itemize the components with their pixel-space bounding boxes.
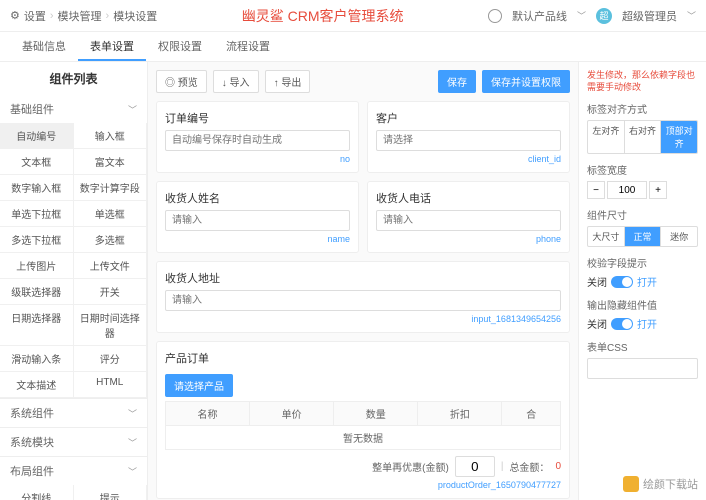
- size-segment: 大尺寸 正常 迷你: [587, 226, 698, 247]
- f1-label: 订单编号: [165, 110, 350, 126]
- f2-input[interactable]: [376, 130, 561, 151]
- f3-tag: name: [165, 234, 350, 244]
- size-mini[interactable]: 迷你: [661, 227, 697, 246]
- f5-label: 收货人地址: [165, 270, 561, 286]
- f4-tag: phone: [376, 234, 561, 244]
- comp-item[interactable]: 文本框: [0, 149, 74, 175]
- css-input[interactable]: [587, 358, 698, 379]
- vtip-switch[interactable]: [611, 276, 633, 288]
- comp-item[interactable]: 文本描述: [0, 372, 74, 398]
- import-button[interactable]: ↓ 导入: [213, 70, 259, 93]
- f4-label: 收货人电话: [376, 190, 561, 206]
- select-product-button[interactable]: 请选择产品: [165, 374, 233, 397]
- warning-text: 发生修改，那么依赖字段也需要手动修改: [587, 70, 698, 93]
- width-input[interactable]: [607, 181, 647, 199]
- f1-tag: no: [165, 154, 350, 164]
- width-dec[interactable]: −: [587, 181, 605, 199]
- save-perm-button[interactable]: 保存并设置权限: [482, 70, 570, 93]
- comp-item[interactable]: 日期时间选择器: [74, 305, 148, 346]
- size-normal[interactable]: 正常: [625, 227, 662, 246]
- avatar[interactable]: 超: [596, 8, 612, 24]
- comp-item[interactable]: 日期选择器: [0, 305, 74, 346]
- f4-input[interactable]: [376, 210, 561, 231]
- f3-input[interactable]: [165, 210, 350, 231]
- user-name[interactable]: 超级管理员: [622, 8, 677, 24]
- group-layout[interactable]: 布局组件﹀: [0, 457, 147, 485]
- preview-button[interactable]: ◎ 预览: [156, 70, 207, 93]
- breadcrumb: ⚙ 设置› 模块管理› 模块设置: [10, 8, 157, 24]
- comp-item[interactable]: HTML: [74, 372, 148, 398]
- f2-tag: client_id: [376, 154, 561, 164]
- comp-item[interactable]: 级联选择器: [0, 279, 74, 305]
- total-value: 0: [555, 461, 561, 472]
- po-tag: productOrder_1650790477727: [165, 480, 561, 490]
- width-stepper: − +: [587, 181, 698, 199]
- f2-label: 客户: [376, 110, 561, 126]
- comp-item[interactable]: 输入框: [74, 123, 148, 149]
- tab-basic[interactable]: 基础信息: [10, 32, 78, 61]
- f1-input[interactable]: [165, 130, 350, 151]
- po-label: 产品订单: [165, 350, 561, 366]
- product-table: 名称单价数量折扣合 暂无数据: [165, 401, 561, 450]
- f5-input[interactable]: [165, 290, 561, 311]
- tab-flow[interactable]: 流程设置: [214, 32, 282, 61]
- table-empty: 暂无数据: [166, 426, 561, 450]
- save-button[interactable]: 保存: [438, 70, 476, 93]
- comp-item[interactable]: 多选下拉框: [0, 227, 74, 253]
- f3-label: 收货人姓名: [165, 190, 350, 206]
- size-large[interactable]: 大尺寸: [588, 227, 625, 246]
- discount-input[interactable]: [455, 456, 495, 477]
- f5-tag: input_1681349654256: [165, 314, 561, 324]
- hide-switch[interactable]: [611, 318, 633, 330]
- comp-item[interactable]: 开关: [74, 279, 148, 305]
- bc-0[interactable]: 设置: [24, 8, 46, 24]
- tab-perm[interactable]: 权限设置: [146, 32, 214, 61]
- comp-item[interactable]: 数字输入框: [0, 175, 74, 201]
- comp-item[interactable]: 分割线: [0, 485, 74, 500]
- group-basic[interactable]: 基础组件﹀: [0, 95, 147, 123]
- gear-icon: ⚙: [10, 9, 20, 22]
- components-title: 组件列表: [0, 62, 147, 95]
- app-title: 幽灵鲨 CRM客户管理系统: [157, 6, 488, 26]
- comp-item[interactable]: 评分: [74, 346, 148, 372]
- align-segment: 左对齐 右对齐 顶部对齐: [587, 120, 698, 154]
- align-right[interactable]: 右对齐: [625, 121, 662, 153]
- align-left[interactable]: 左对齐: [588, 121, 625, 153]
- comp-item[interactable]: 上传文件: [74, 253, 148, 279]
- comp-item[interactable]: 单选框: [74, 201, 148, 227]
- width-inc[interactable]: +: [649, 181, 667, 199]
- group-sys[interactable]: 系统组件﹀: [0, 399, 147, 427]
- watermark: 绘颜下载站: [623, 476, 698, 492]
- bc-1[interactable]: 模块管理: [58, 8, 102, 24]
- main-tabs: 基础信息 表单设置 权限设置 流程设置: [0, 32, 706, 62]
- comp-item[interactable]: 上传图片: [0, 253, 74, 279]
- comp-item[interactable]: 多选框: [74, 227, 148, 253]
- align-top[interactable]: 顶部对齐: [661, 121, 697, 153]
- comp-item[interactable]: 提示: [74, 485, 148, 500]
- tab-form[interactable]: 表单设置: [78, 32, 146, 61]
- help-icon[interactable]: [488, 9, 502, 23]
- export-button[interactable]: ↑ 导出: [265, 70, 311, 93]
- comp-item[interactable]: 数字计算字段: [74, 175, 148, 201]
- product-select[interactable]: 默认产品线: [512, 8, 567, 24]
- comp-item[interactable]: 滑动输入条: [0, 346, 74, 372]
- comp-item[interactable]: 自动编号: [0, 123, 74, 149]
- group-mod[interactable]: 系统模块﹀: [0, 428, 147, 456]
- comp-item[interactable]: 富文本: [74, 149, 148, 175]
- comp-item[interactable]: 单选下拉框: [0, 201, 74, 227]
- bc-2: 模块设置: [113, 8, 157, 24]
